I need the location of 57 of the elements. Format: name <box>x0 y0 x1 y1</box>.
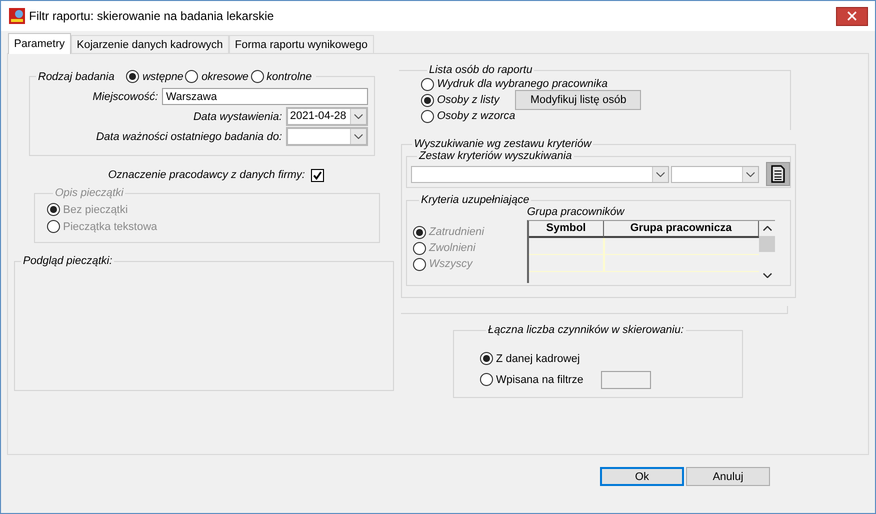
input-field[interactable]: Warszawa <box>162 88 368 105</box>
radio-button[interactable] <box>480 373 493 386</box>
tab[interactable]: Forma raportu wynikowego <box>228 35 374 54</box>
field-value: 2021-04-28 <box>290 110 346 122</box>
document-button[interactable] <box>766 162 790 186</box>
close-icon <box>847 11 857 21</box>
input-field[interactable] <box>601 370 652 388</box>
app-icon <box>9 8 25 24</box>
radio-button[interactable] <box>421 78 434 90</box>
dialog-button[interactable]: Ok <box>600 467 684 486</box>
modify-list-button[interactable]: Modyfikuj listę osób <box>515 90 642 110</box>
radio-button[interactable] <box>421 94 434 106</box>
radio-label[interactable]: Wydruk dla wybranego pracownika <box>437 78 608 90</box>
chevron-down-icon <box>656 172 665 176</box>
radio-label[interactable]: Z danej kadrowej <box>496 352 580 364</box>
group-label: Kryteria uzupełniające <box>421 194 530 206</box>
group-label: Wyszukiwanie wg zestawu kryteriów <box>414 138 592 150</box>
dropdown-field[interactable] <box>671 166 759 182</box>
chevron-up-icon <box>762 226 772 231</box>
checkbox-label[interactable]: Oznaczenie pracodawcy z danych firmy: <box>108 169 305 181</box>
field-label: Data wystawienia: <box>193 110 282 122</box>
field-label: Data ważności ostatniego badania do: <box>96 130 282 142</box>
radio-button[interactable] <box>421 110 434 122</box>
group-label: Lista osób do raportu <box>429 64 532 76</box>
dropdown-field[interactable] <box>411 166 669 182</box>
table-title: Grupa pracowników <box>527 206 626 218</box>
check-icon <box>313 170 322 180</box>
group-label: Rodzaj badania <box>38 70 114 82</box>
chevron-down-icon <box>746 172 755 176</box>
chevron-down-icon <box>762 273 772 278</box>
close-button[interactable] <box>836 6 868 26</box>
radio-button[interactable] <box>480 352 493 365</box>
radio-button[interactable] <box>126 70 140 83</box>
dialog-button[interactable]: Anuluj <box>686 467 770 486</box>
document-icon <box>771 165 785 183</box>
field-label: Miejscowość: <box>92 90 158 102</box>
tab[interactable]: Parametry <box>8 33 71 54</box>
group-label: Łączna liczba czynników w skierowaniu: <box>488 324 684 336</box>
group-label: Zestaw kryteriów wyszukiwania <box>419 150 572 162</box>
dropdown-field[interactable] <box>286 127 368 146</box>
window-title: Filtr raportu: skierowanie na badania lekarskie <box>29 9 274 23</box>
radio-button[interactable] <box>250 70 264 83</box>
radio-label[interactable]: okresowe <box>201 70 249 82</box>
checkbox[interactable] <box>311 168 324 182</box>
radio-button[interactable] <box>185 70 198 83</box>
radio-label[interactable]: Wpisana na filtrze <box>496 374 584 386</box>
group-label: Opis pieczątki <box>55 187 124 199</box>
scroll-thumb[interactable] <box>759 236 775 252</box>
tab[interactable]: Kojarzenie danych kadrowych <box>70 35 229 54</box>
group-label: Podgląd pieczątki: <box>23 255 112 267</box>
chevron-down-icon <box>354 134 363 139</box>
radio-label[interactable]: wstępne <box>142 70 184 82</box>
chevron-down-icon <box>354 114 363 119</box>
radio-label[interactable]: kontrolne <box>266 70 312 82</box>
radio-label[interactable]: Osoby z wzorca <box>437 110 516 122</box>
radio-label[interactable]: Osoby z listy <box>437 94 500 106</box>
dropdown-field[interactable]: 2021-04-28 <box>286 107 368 126</box>
